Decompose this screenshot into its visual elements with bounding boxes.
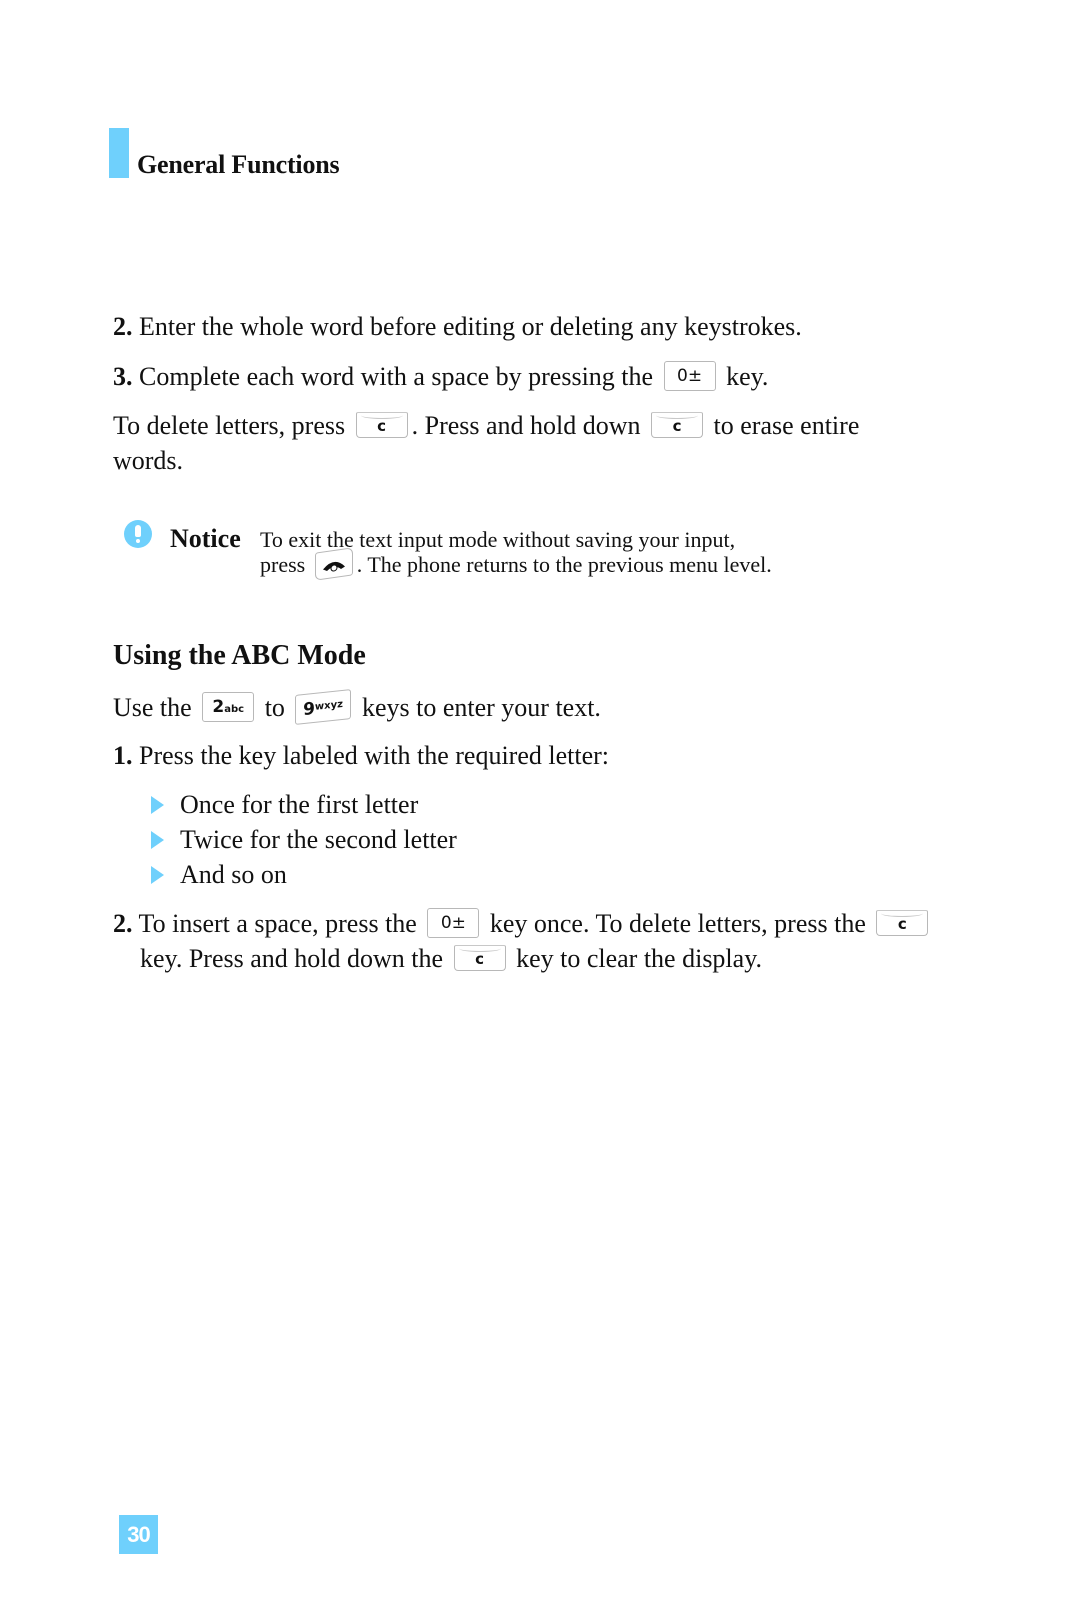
delete-paragraph-line1: To delete letters, press c. Press and ho… xyxy=(113,411,859,441)
abc-step-2-line2: key. Press and hold down the c key to cl… xyxy=(140,944,762,974)
step-number: 2. xyxy=(113,909,133,938)
step-text-after: key. xyxy=(726,362,769,391)
delete-paragraph-line2: words. xyxy=(113,446,184,475)
key-2abc-icon: 2abc xyxy=(202,692,255,723)
zero-key-icon: 0± xyxy=(663,361,716,392)
step-number: 2. xyxy=(113,312,133,341)
step-text: Press the key labeled with the required … xyxy=(139,741,610,770)
step-number: 1. xyxy=(113,741,133,770)
bullet-arrow-icon xyxy=(151,796,164,814)
abc-intro: Use the 2abc to 9wxyz keys to enter your… xyxy=(113,689,601,725)
delete-text-1: To delete letters, press xyxy=(113,411,346,440)
bullet-item: And so on xyxy=(180,860,287,889)
intro-text-3: keys to enter your text. xyxy=(361,693,601,722)
end-call-key-icon xyxy=(314,547,353,581)
delete-text-2: . Press and hold down xyxy=(411,411,641,440)
delete-text-3: to erase entire xyxy=(713,411,860,440)
step-text: Enter the whole word before editing or d… xyxy=(139,312,802,341)
bullet-item: Twice for the second letter xyxy=(180,825,457,854)
notice-press-text: press xyxy=(260,552,306,578)
step-3: 3. Complete each word with a space by pr… xyxy=(113,361,769,394)
clear-key-icon: c xyxy=(876,910,929,937)
step-2: 2. Enter the whole word before editing o… xyxy=(113,312,802,342)
page-number-badge: 30 xyxy=(119,1515,158,1554)
bullet-arrow-icon xyxy=(151,831,164,849)
exclamation-notice-icon xyxy=(124,520,152,548)
zero-key-icon: 0± xyxy=(427,908,480,939)
step-text-3: key. Press and hold down the xyxy=(140,944,444,973)
notice-line-2: press . The phone returns to the previou… xyxy=(260,547,772,581)
step-text: Complete each word with a space by press… xyxy=(139,362,654,391)
clear-key-icon: c xyxy=(453,945,506,972)
bullet-arrow-icon xyxy=(151,866,164,884)
intro-text-2: to xyxy=(264,693,285,722)
abc-step-1: 1. Press the key labeled with the requir… xyxy=(113,741,609,771)
notice-label: Notice xyxy=(170,524,241,553)
section-accent-bar xyxy=(109,128,129,178)
step-text-2: key once. To delete letters, press the xyxy=(489,909,866,938)
step-number: 3. xyxy=(113,362,133,391)
clear-key-icon: c xyxy=(651,412,704,439)
notice-after-text: . The phone returns to the previous menu… xyxy=(356,552,772,578)
abc-step-2-line1: 2. To insert a space, press the 0± key o… xyxy=(113,908,932,941)
section-title: General Functions xyxy=(137,150,340,179)
step-text-1: To insert a space, press the xyxy=(138,909,417,938)
notice-line-1: To exit the text input mode without savi… xyxy=(260,527,736,552)
section-heading: Using the ABC Mode xyxy=(113,640,366,671)
key-9wxyz-icon: 9wxyz xyxy=(295,689,352,725)
clear-key-icon: c xyxy=(355,412,408,439)
intro-text-1: Use the xyxy=(113,693,192,722)
bullet-item: Once for the first letter xyxy=(180,790,419,819)
step-text-4: key to clear the display. xyxy=(516,944,763,973)
